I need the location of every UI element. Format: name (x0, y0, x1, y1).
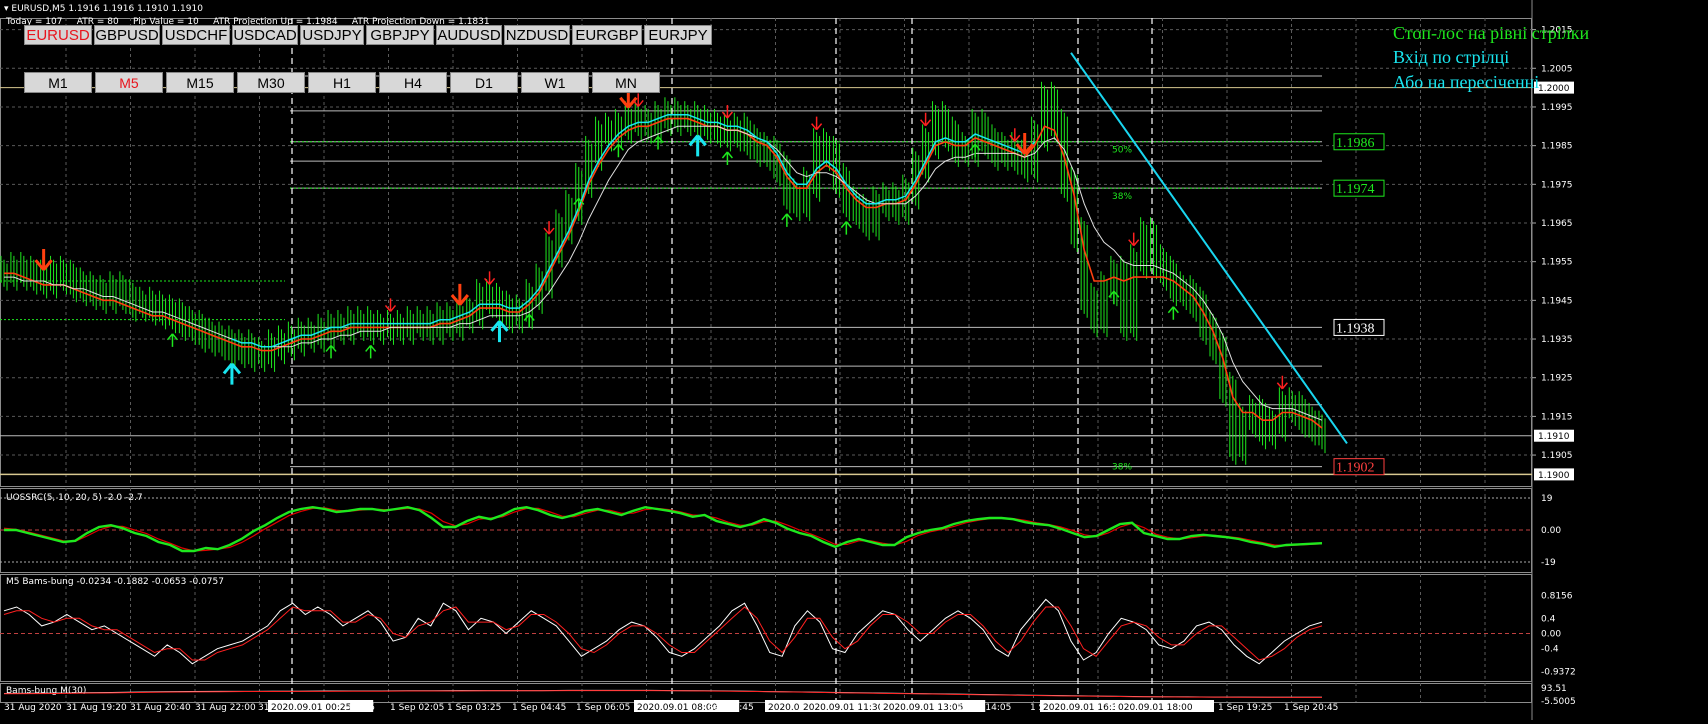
y-tick-label: 1.1905 (1541, 451, 1573, 461)
osc1-tick-label: -19 (1541, 558, 1556, 568)
osc2-tick-label: -0.9372 (1541, 667, 1576, 677)
x-tick-label: 2020.09.01 00:25 (271, 703, 351, 713)
level-label: 1.1938 (1336, 321, 1375, 336)
x-tick-label: 1 Sep 04:45 (512, 703, 566, 713)
symbol-button-usdchf[interactable]: USDCHF (162, 25, 230, 45)
fib-label: 38% (1112, 192, 1132, 202)
fib-label: 38% (1112, 463, 1132, 473)
osc1-tick-label: 0.00 (1541, 526, 1561, 536)
x-tick-label: 31 Aug 22:00 (195, 703, 256, 713)
timeframe-button-h1[interactable]: H1 (308, 72, 376, 93)
y-tick-label: 1.1965 (1541, 219, 1573, 229)
x-tick-label: 1 Sep 19:25 (1218, 703, 1272, 713)
oscillator3-title: Bams-bung M(30) (6, 686, 86, 696)
symbol-button-usdjpy[interactable]: USDJPY (300, 25, 364, 45)
symbol-button-nzdusd[interactable]: NZDUSD (504, 25, 570, 45)
x-tick-label: 2020.09 (768, 703, 805, 713)
note-stop-loss: Стоп-лос на рівні стрілки (1393, 23, 1590, 43)
x-tick-label: 05 (1200, 703, 1211, 713)
timeframe-button-h4[interactable]: H4 (379, 72, 447, 93)
osc2-tick-label: 0.8156 (1541, 592, 1573, 602)
x-tick-label: 00:45 (349, 703, 375, 713)
level-label: 1.1902 (1336, 461, 1375, 476)
timeframe-button-m15[interactable]: M15 (166, 72, 234, 93)
x-tick-label: 2020.09.01 08:00 (637, 703, 718, 713)
x-tick-label: 1 Sep 03:25 (447, 703, 501, 713)
osc2-tick-label: -0.4 (1541, 645, 1559, 655)
osc1-tick-label: 19 (1541, 494, 1553, 504)
timeframe-button-m5[interactable]: M5 (95, 72, 163, 93)
timeframe-button-mn[interactable]: MN (592, 72, 660, 93)
symbol-button-gbpjpy[interactable]: GBPJPY (366, 25, 434, 45)
x-tick-label: 31 Aug 20:40 (130, 703, 191, 713)
symbol-button-usdcad[interactable]: USDCAD (232, 25, 298, 45)
x-tick-label: 31 Aug 19:20 (66, 703, 127, 713)
y-tick-label: 1.1945 (1541, 296, 1573, 306)
level-label: 1.1974 (1336, 182, 1375, 197)
symbol-button-eurusd[interactable]: EURUSD (24, 25, 92, 45)
timeframe-button-w1[interactable]: W1 (521, 72, 589, 93)
osc2-tick-label: 0.4 (1541, 614, 1556, 624)
y-tick-label: 1.1935 (1541, 335, 1573, 345)
osc3-tick-label: 93.51 (1541, 684, 1567, 694)
oscillator1-title: UOSSRC(5, 10, 20, 5) -2.0 -2.7 (6, 493, 143, 503)
y-tick-label: 1.1925 (1541, 374, 1573, 384)
x-tick-label: 31 Aug 2020 (4, 703, 62, 713)
x-tick-label: 1 Sep 20:45 (1284, 703, 1338, 713)
trading-chart[interactable]: 1.2015 1.2005 1.1995 1.1985 1.1975 1.1965 1.19… (0, 0, 1708, 720)
price-tag: 1.1910 (1538, 432, 1570, 442)
timeframe-button-m1[interactable]: M1 (24, 72, 92, 93)
x-tick-label: 1 Sep 14:05 (957, 703, 1011, 713)
x-tick-label: 2020.09.01 16:30 (1043, 703, 1124, 713)
osc2-tick-label: 0.00 (1541, 630, 1561, 640)
y-tick-label: 1.1915 (1541, 412, 1573, 422)
fib-label: 50% (1112, 146, 1132, 156)
symbol-button-eurjpy[interactable]: EURJPY (644, 25, 712, 45)
symbol-button-gbpusd[interactable]: GBPUSD (94, 25, 160, 45)
x-tick-label: 2020.09.01 11:30 (803, 703, 884, 713)
chart-title-text: EURUSD,M5 1.1916 1.1916 1.1910 1.1910 (11, 4, 203, 14)
menu-triangle-icon[interactable]: ▾ (4, 4, 9, 14)
x-tick-label: 020.09.01 18:00 (1118, 703, 1193, 713)
note-entry: Вхід по стрілці (1393, 47, 1510, 67)
y-tick-label: 1.1955 (1541, 258, 1573, 268)
x-tick-label: 1 Sep 02:05 (390, 703, 444, 713)
x-tick-label: 31 (258, 703, 269, 713)
osc3-tick-label: -5.5005 (1541, 697, 1576, 707)
price-tag: 1.1900 (1538, 471, 1570, 481)
timeframe-button-d1[interactable]: D1 (450, 72, 518, 93)
y-tick-label: 1.2005 (1541, 64, 1573, 74)
chart-title: ▾ EURUSD,M5 1.1916 1.1916 1.1910 1.1910 (4, 4, 203, 14)
oscillator2-title: M5 Bams-bung -0.0234 -0.1882 -0.0653 -0.… (6, 577, 224, 587)
note-crossing: Або на пересіченні (1393, 72, 1540, 92)
x-tick-label: Sep 08:45 (708, 703, 754, 713)
x-tick-label: 2020.09.01 13:05 (883, 703, 963, 713)
chart-background (0, 0, 1708, 720)
level-label: 1.1986 (1336, 136, 1375, 151)
y-tick-label: 1.1975 (1541, 180, 1573, 190)
x-tick-label: 1 Sep 06:05 (576, 703, 630, 713)
y-tick-label: 1.1995 (1541, 103, 1573, 113)
timeframe-button-m30[interactable]: M30 (237, 72, 305, 93)
y-tick-label: 1.1985 (1541, 142, 1573, 152)
chart-canvas[interactable]: 1.20151.20051.19951.19851.19751.19651.19… (0, 0, 1708, 720)
symbol-button-audusd[interactable]: AUDUSD (436, 25, 502, 45)
price-tag: 1.2000 (1538, 84, 1570, 94)
symbol-button-eurgbp[interactable]: EURGBP (572, 25, 642, 45)
